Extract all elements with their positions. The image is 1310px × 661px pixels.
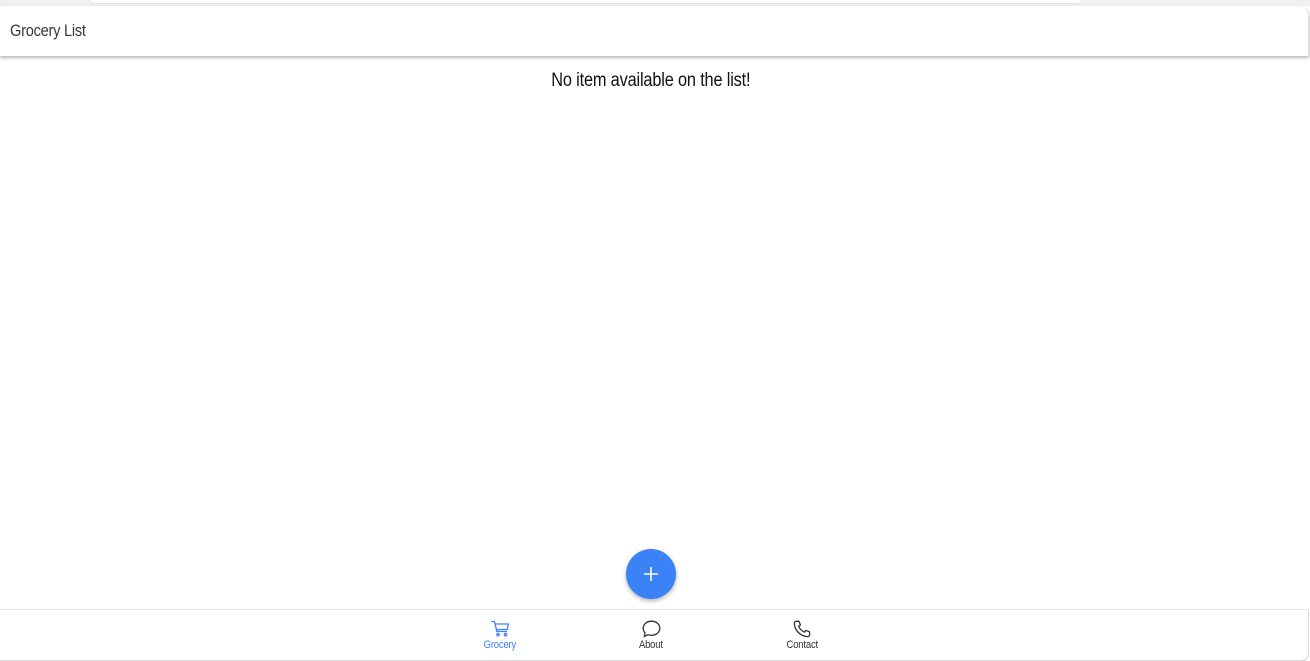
- page-title: Grocery List: [10, 21, 86, 40]
- empty-list-text: No item available on the list!: [551, 70, 751, 91]
- plus-icon: [643, 566, 659, 582]
- tab-grocery[interactable]: Grocery: [460, 610, 540, 660]
- tab-grocery-label: Grocery: [483, 639, 517, 651]
- cart-icon: [490, 619, 510, 638]
- bottom-navigation: Grocery About Contact: [0, 609, 1309, 661]
- tab-contact[interactable]: Contact: [762, 610, 842, 660]
- app-window: Grocery List No item available on the li…: [0, 0, 1310, 661]
- empty-list-message: No item available on the list!: [0, 70, 1302, 92]
- tab-contact-label: Contact: [786, 639, 818, 651]
- tab-about-label: About: [639, 639, 663, 651]
- browser-tab-edge: [90, 0, 1080, 3]
- add-item-button[interactable]: [626, 549, 676, 599]
- tab-about[interactable]: About: [611, 610, 691, 660]
- app-header: Grocery List: [0, 6, 1309, 56]
- chat-bubble-icon: [642, 619, 661, 638]
- phone-icon: [793, 619, 812, 638]
